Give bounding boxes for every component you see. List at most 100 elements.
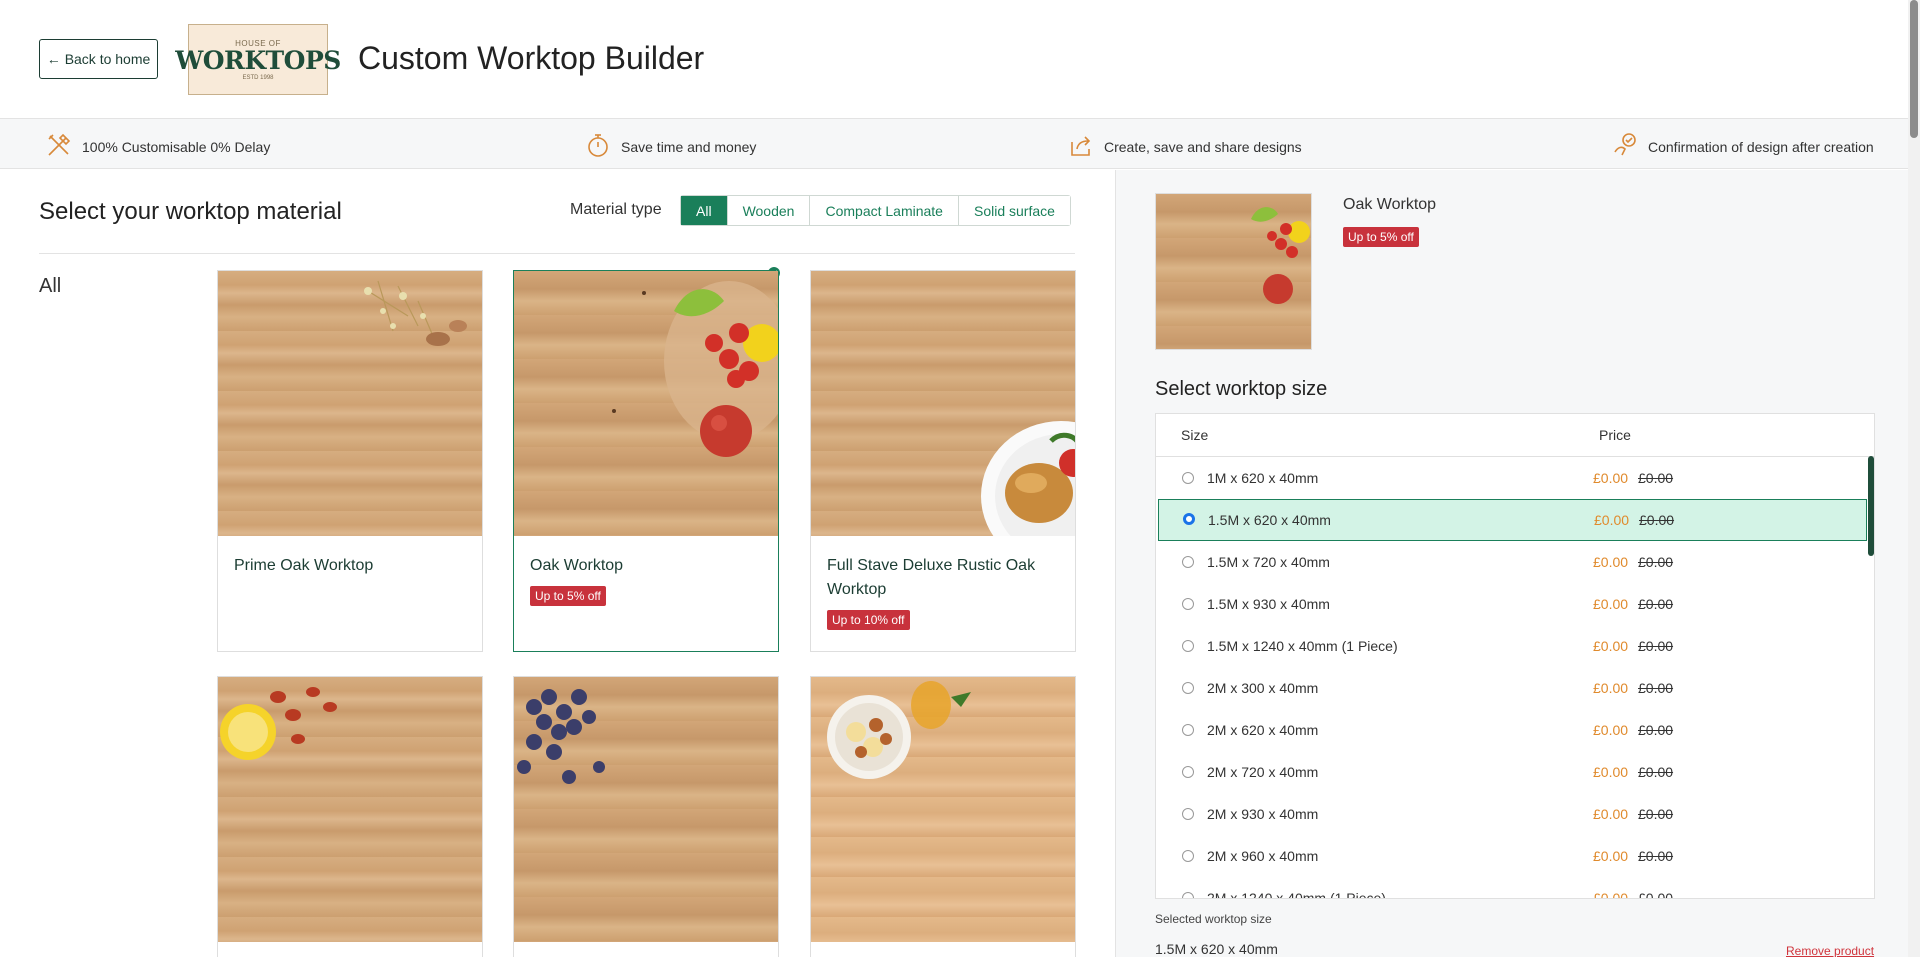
size-price: £0.00 bbox=[1593, 806, 1629, 822]
size-option-row[interactable]: 2M x 300 x 40mm £0.00 £0.00 bbox=[1156, 667, 1874, 709]
size-option-row[interactable]: 2M x 960 x 40mm £0.00 £0.00 bbox=[1156, 835, 1874, 877]
remove-product-link[interactable]: Remove product bbox=[1786, 944, 1874, 957]
material-type-label: Material type bbox=[570, 201, 662, 218]
material-section-title: Select your worktop material bbox=[39, 198, 342, 225]
radio-button[interactable] bbox=[1182, 808, 1194, 820]
selected-product-name: Oak Worktop bbox=[1343, 196, 1437, 213]
size-old-price: £0.00 bbox=[1638, 680, 1674, 696]
size-option-row[interactable]: 2M x 720 x 40mm £0.00 £0.00 bbox=[1156, 751, 1874, 793]
product-image bbox=[218, 271, 482, 536]
material-type-tabs: All Wooden Compact Laminate Solid surfac… bbox=[680, 195, 1071, 226]
feature-label: Create, save and share designs bbox=[1104, 138, 1302, 155]
size-old-price: £0.00 bbox=[1638, 638, 1674, 654]
feature-save-time: Save time and money bbox=[585, 132, 756, 161]
column-size: Size bbox=[1181, 427, 1209, 443]
radio-button[interactable] bbox=[1182, 640, 1194, 652]
selected-product-thumbnail bbox=[1155, 193, 1312, 350]
tab-all[interactable]: All bbox=[681, 196, 727, 225]
filter-heading: All bbox=[39, 275, 62, 297]
product-card[interactable]: Full Stave Deluxe Rustic Oak Worktop Up … bbox=[810, 270, 1076, 652]
size-option-row[interactable]: 1.5M x 930 x 40mm £0.00 £0.00 bbox=[1156, 583, 1874, 625]
size-option-row[interactable]: 1.5M x 1240 x 40mm (1 Piece) £0.00 £0.00 bbox=[1156, 625, 1874, 667]
discount-badge: Up to 5% off bbox=[530, 586, 606, 606]
size-option-row[interactable]: 1.5M x 720 x 40mm £0.00 £0.00 bbox=[1156, 541, 1874, 583]
size-price: £0.00 bbox=[1593, 890, 1629, 899]
size-old-price: £0.00 bbox=[1638, 470, 1674, 486]
product-name: Prime Oak Worktop bbox=[234, 557, 374, 574]
page-scrollbar[interactable] bbox=[1908, 0, 1920, 957]
size-option-row[interactable]: 1.5M x 620 x 40mm £0.00 £0.00 bbox=[1158, 499, 1867, 541]
product-image bbox=[811, 677, 1075, 942]
divider bbox=[39, 253, 1075, 254]
logo-line2: WORKTOPS bbox=[175, 45, 341, 75]
selected-size-value: 1.5M x 620 x 40mm bbox=[1155, 941, 1278, 957]
size-old-price: £0.00 bbox=[1638, 596, 1674, 612]
tab-compact-laminate[interactable]: Compact Laminate bbox=[809, 196, 958, 225]
tab-solid-surface[interactable]: Solid surface bbox=[957, 196, 1070, 225]
table-header: Size Price bbox=[1156, 414, 1874, 457]
page-scrollbar-thumb[interactable] bbox=[1910, 0, 1918, 138]
size-label: 1.5M x 930 x 40mm bbox=[1207, 596, 1330, 612]
header: ← Back to home HOUSE OF WORKTOPS ESTD 19… bbox=[0, 0, 1908, 119]
size-label: 2M x 720 x 40mm bbox=[1207, 764, 1319, 780]
radio-button[interactable] bbox=[1182, 598, 1194, 610]
product-card[interactable]: Prime Oak Worktop bbox=[217, 270, 483, 652]
size-price: £0.00 bbox=[1593, 596, 1629, 612]
size-price: £0.00 bbox=[1593, 554, 1629, 570]
product-name: Full Stave Deluxe Rustic Oak Worktop bbox=[827, 557, 1036, 598]
size-old-price: £0.00 bbox=[1638, 764, 1674, 780]
product-card[interactable] bbox=[217, 676, 483, 957]
size-price: £0.00 bbox=[1593, 722, 1629, 738]
size-label: 1.5M x 1240 x 40mm (1 Piece) bbox=[1207, 638, 1398, 654]
size-price: £0.00 bbox=[1594, 512, 1630, 528]
size-price: £0.00 bbox=[1593, 848, 1629, 864]
tab-wooden[interactable]: Wooden bbox=[726, 196, 810, 225]
size-label: 2M x 960 x 40mm bbox=[1207, 848, 1319, 864]
material-panel: Select your worktop material Material ty… bbox=[0, 170, 1114, 957]
features-strip: 100% Customisable 0% Delay Save time and… bbox=[0, 119, 1908, 169]
feature-customisable: 100% Customisable 0% Delay bbox=[46, 132, 270, 161]
logo[interactable]: HOUSE OF WORKTOPS ESTD 1998 bbox=[175, 24, 341, 95]
size-old-price: £0.00 bbox=[1639, 512, 1675, 528]
size-section-title: Select worktop size bbox=[1155, 378, 1328, 400]
size-label: 1.5M x 620 x 40mm bbox=[1208, 512, 1331, 528]
size-old-price: £0.00 bbox=[1638, 722, 1674, 738]
size-option-row[interactable]: 2M x 620 x 40mm £0.00 £0.00 bbox=[1156, 709, 1874, 751]
product-card[interactable] bbox=[513, 676, 779, 957]
feature-share-designs: Create, save and share designs bbox=[1068, 132, 1302, 161]
confirmation-icon bbox=[1612, 132, 1638, 161]
size-rows: 1M x 620 x 40mm £0.00 £0.00 1.5M x 620 x 40… bbox=[1156, 457, 1874, 899]
size-old-price: £0.00 bbox=[1638, 554, 1674, 570]
radio-button[interactable] bbox=[1182, 556, 1194, 568]
column-price: Price bbox=[1599, 427, 1631, 443]
radio-button[interactable] bbox=[1183, 513, 1195, 525]
size-price: £0.00 bbox=[1593, 470, 1629, 486]
radio-button[interactable] bbox=[1182, 766, 1194, 778]
size-label: 2M x 620 x 40mm bbox=[1207, 722, 1319, 738]
radio-button[interactable] bbox=[1182, 892, 1194, 898]
radio-button[interactable] bbox=[1182, 850, 1194, 862]
size-option-row[interactable]: 1M x 620 x 40mm £0.00 £0.00 bbox=[1156, 457, 1874, 499]
product-card-selected[interactable]: Oak Worktop Up to 5% off bbox=[513, 267, 780, 652]
size-label: 2M x 1240 x 40mm (1 Piece) bbox=[1207, 890, 1386, 899]
feature-label: 100% Customisable 0% Delay bbox=[82, 138, 271, 155]
selected-size-label: Selected worktop size bbox=[1155, 912, 1272, 926]
feature-label: Confirmation of design after creation bbox=[1648, 138, 1874, 155]
size-label: 2M x 930 x 40mm bbox=[1207, 806, 1319, 822]
logo-line3: ESTD 1998 bbox=[242, 74, 274, 81]
size-old-price: £0.00 bbox=[1638, 890, 1674, 899]
product-image bbox=[811, 271, 1075, 536]
product-card[interactable] bbox=[810, 676, 1076, 957]
back-to-home-button[interactable]: ← Back to home bbox=[39, 39, 158, 79]
size-price: £0.00 bbox=[1593, 680, 1629, 696]
summary-panel: Oak Worktop Up to 5% off Select worktop … bbox=[1115, 170, 1908, 957]
back-label: Back to home bbox=[64, 51, 151, 67]
radio-button[interactable] bbox=[1182, 682, 1194, 694]
size-option-row[interactable]: 2M x 930 x 40mm £0.00 £0.00 bbox=[1156, 793, 1874, 835]
feature-confirmation: Confirmation of design after creation bbox=[1612, 132, 1874, 161]
table-scrollbar[interactable] bbox=[1868, 456, 1874, 556]
radio-button[interactable] bbox=[1182, 724, 1194, 736]
stopwatch-icon bbox=[585, 132, 611, 161]
radio-button[interactable] bbox=[1182, 472, 1194, 484]
size-option-row[interactable]: 2M x 1240 x 40mm (1 Piece) £0.00 £0.00 bbox=[1156, 877, 1874, 899]
